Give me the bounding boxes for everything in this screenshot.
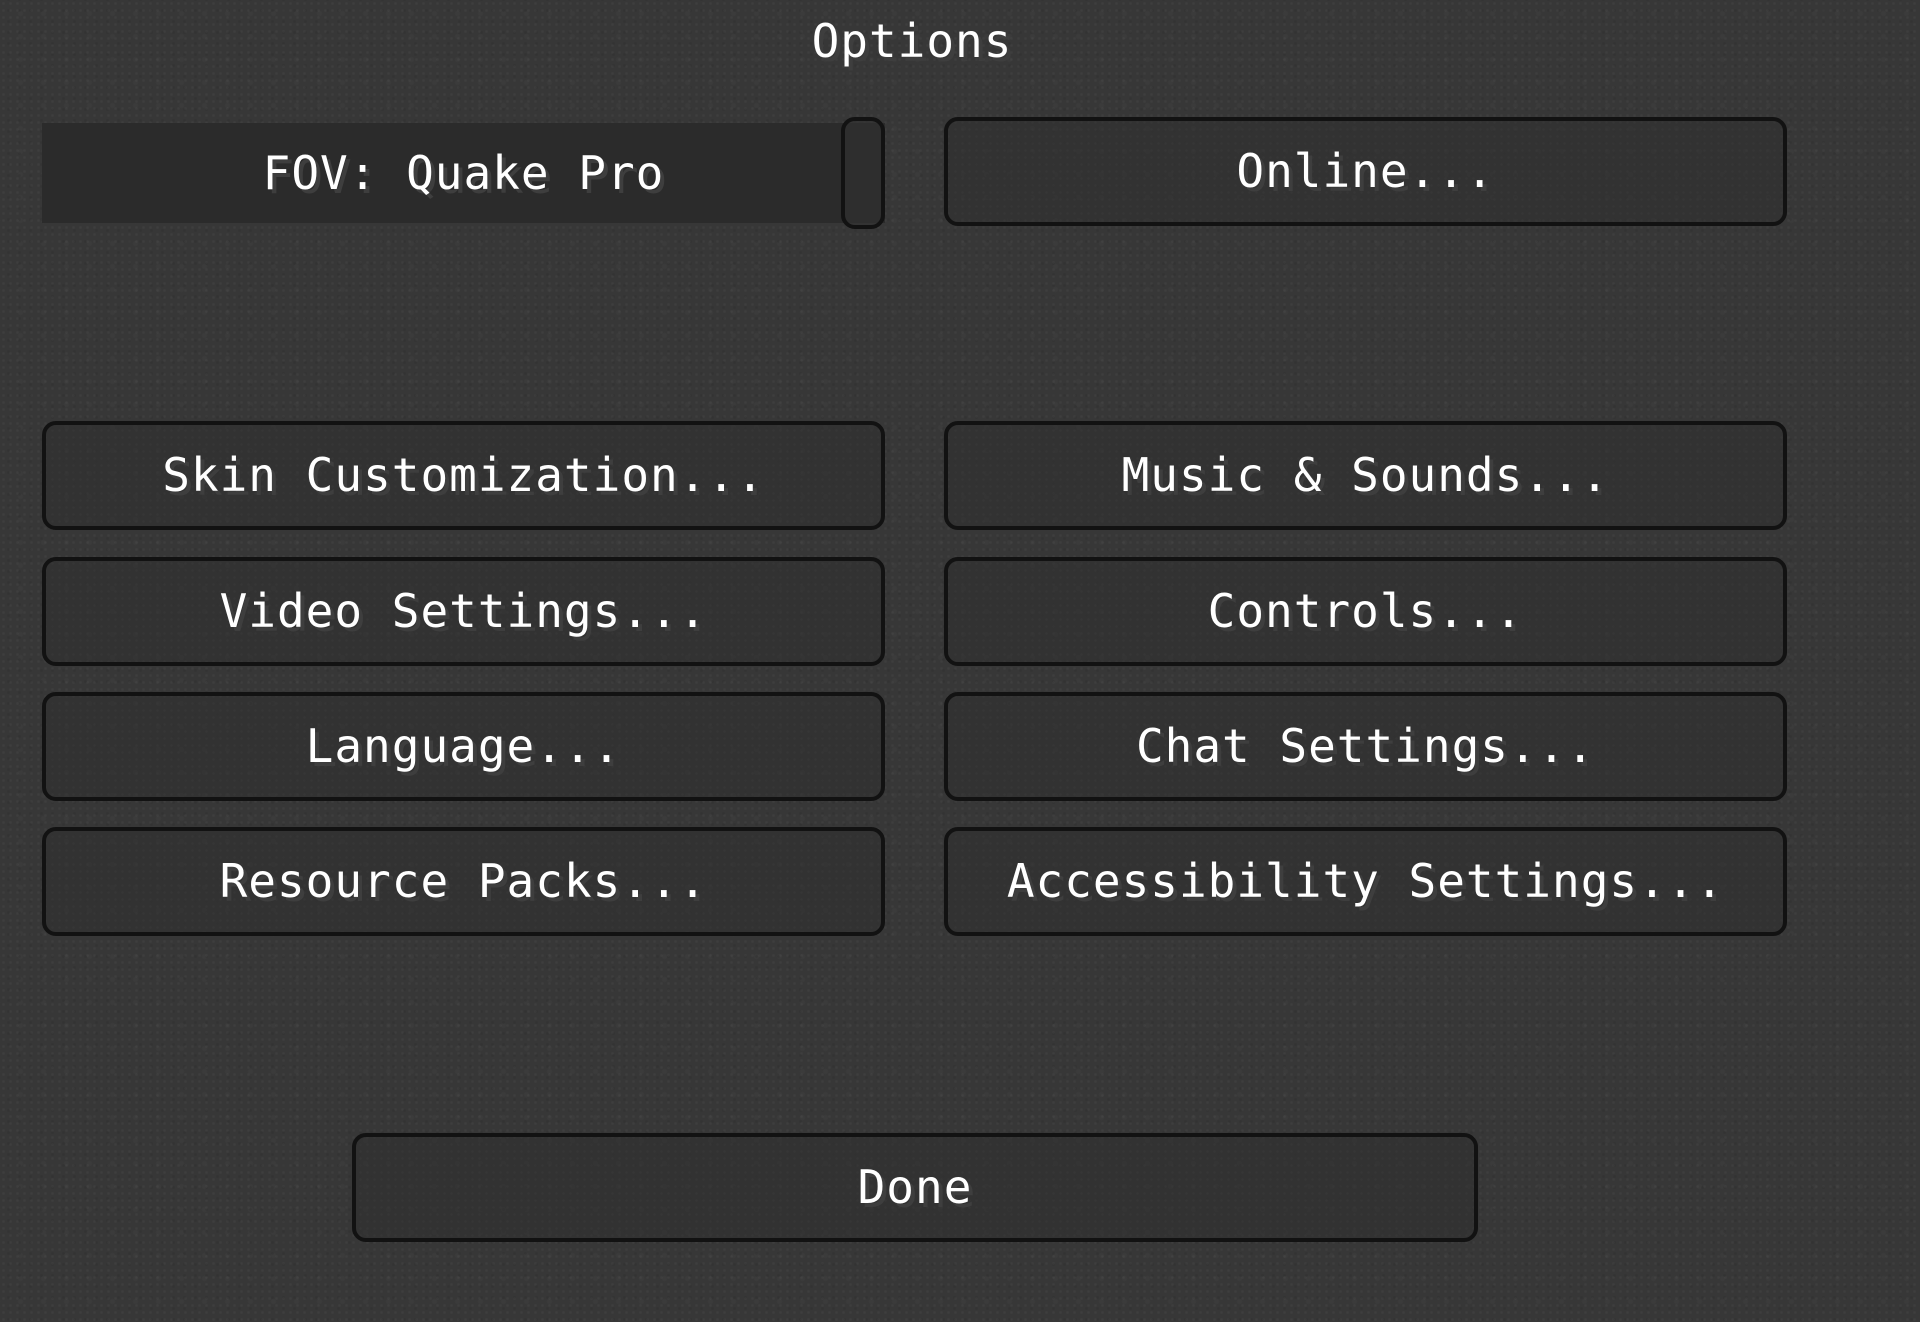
online-button-label: Online... [1236, 144, 1495, 198]
online-button[interactable]: Online... [944, 117, 1787, 226]
chat-settings-button-label: Chat Settings... [1135, 719, 1596, 773]
fov-slider[interactable]: FOV: Quake Pro [42, 117, 885, 229]
done-button-label: Done [857, 1160, 973, 1214]
accessibility-settings-button-label: Accessibility Settings... [1006, 854, 1725, 908]
video-settings-button-label: Video Settings... [219, 584, 708, 638]
controls-button-label: Controls... [1207, 584, 1524, 638]
music-sounds-button-label: Music & Sounds... [1121, 448, 1610, 502]
done-button[interactable]: Done [352, 1133, 1478, 1242]
screen-title: Options [811, 14, 1013, 68]
skin-customization-button[interactable]: Skin Customization... [42, 421, 885, 530]
resource-packs-button[interactable]: Resource Packs... [42, 827, 885, 936]
skin-customization-button-label: Skin Customization... [162, 448, 765, 502]
resource-packs-button-label: Resource Packs... [219, 854, 708, 908]
controls-button[interactable]: Controls... [944, 557, 1787, 666]
music-sounds-button[interactable]: Music & Sounds... [944, 421, 1787, 530]
language-button[interactable]: Language... [42, 692, 885, 801]
fov-slider-handle[interactable] [841, 117, 885, 229]
accessibility-settings-button[interactable]: Accessibility Settings... [944, 827, 1787, 936]
fov-slider-label: FOV: Quake Pro [262, 146, 665, 200]
chat-settings-button[interactable]: Chat Settings... [944, 692, 1787, 801]
video-settings-button[interactable]: Video Settings... [42, 557, 885, 666]
language-button-label: Language... [305, 719, 622, 773]
